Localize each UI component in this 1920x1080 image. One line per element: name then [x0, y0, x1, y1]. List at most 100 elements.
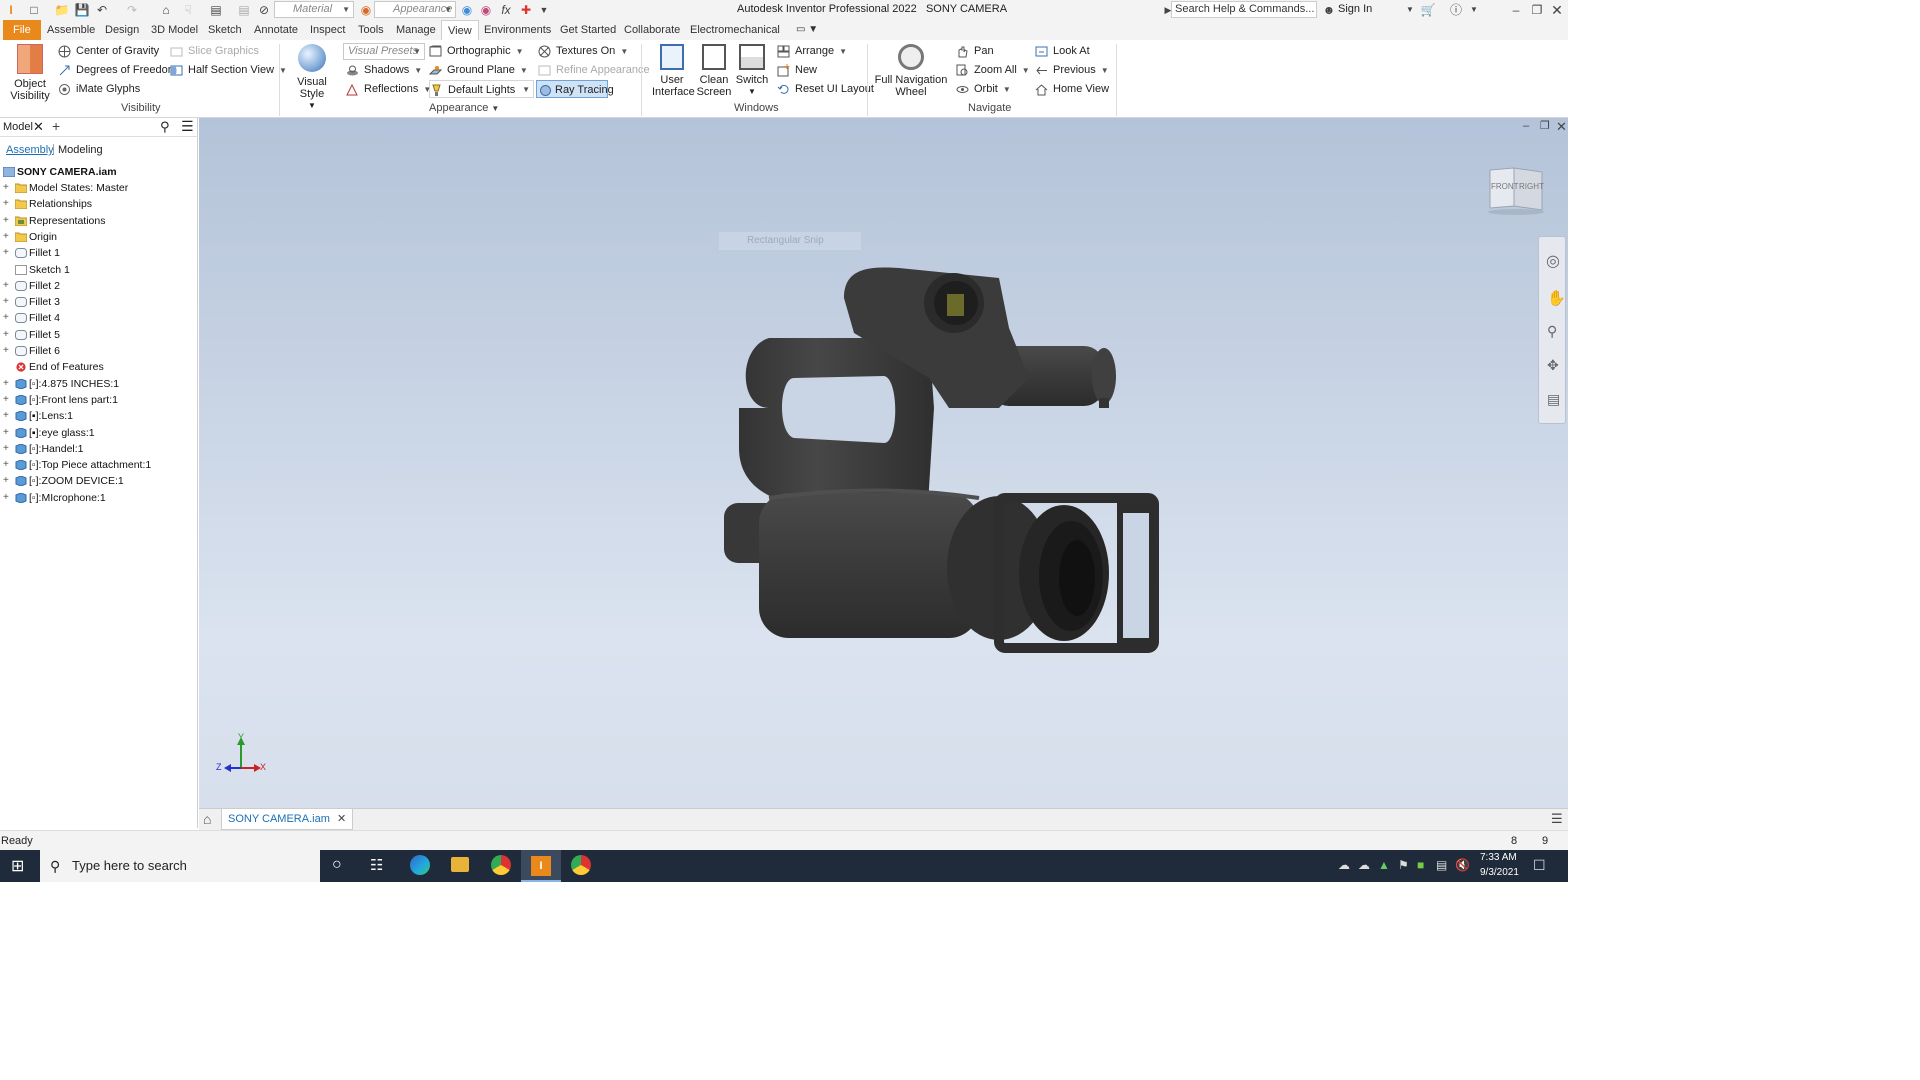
- tab-assemble[interactable]: Assemble: [41, 20, 101, 40]
- tab-environments[interactable]: Environments: [478, 20, 557, 40]
- local-update-icon[interactable]: ▤: [236, 2, 252, 18]
- windows-start-icon[interactable]: ⊞: [11, 856, 24, 876]
- taskbar-search-input[interactable]: ⚲ Type here to search: [40, 850, 320, 882]
- select-icon[interactable]: ☟: [180, 2, 196, 18]
- home-icon[interactable]: ⌂: [158, 2, 174, 18]
- tab-electromechanical[interactable]: Electromechanical: [684, 20, 786, 40]
- steering-wheel-icon[interactable]: ◎: [1546, 251, 1560, 271]
- expand-toggle-icon[interactable]: +: [3, 180, 12, 196]
- undo-icon[interactable]: ↶: [94, 2, 110, 18]
- tray-security-icon[interactable]: ⚑: [1398, 858, 1409, 872]
- expand-toggle-icon[interactable]: +: [3, 294, 12, 310]
- tab-3d-model[interactable]: 3D Model: [145, 20, 204, 40]
- tray-cloud-icon[interactable]: ☁: [1358, 858, 1370, 872]
- center-of-gravity-button[interactable]: Center of Gravity: [58, 42, 159, 60]
- document-tab[interactable]: SONY CAMERA.iam ✕: [221, 809, 354, 830]
- ribbon-display-toggle-icon[interactable]: ▭ ▼: [790, 20, 824, 40]
- material-clear-icon[interactable]: ⊘: [256, 2, 272, 18]
- expand-toggle-icon[interactable]: +: [3, 310, 12, 326]
- viewcube[interactable]: FRONT RIGHT: [1486, 166, 1546, 216]
- help-icon[interactable]: ⓘ: [1448, 2, 1464, 18]
- open-file-icon[interactable]: 📁: [54, 2, 70, 18]
- notifications-icon[interactable]: ☐: [1533, 857, 1546, 874]
- expand-toggle-icon[interactable]: +: [3, 196, 12, 212]
- reset-ui-layout-button[interactable]: Reset UI Layout: [777, 80, 874, 98]
- sign-in-dropdown-icon[interactable]: ▼: [1402, 2, 1418, 18]
- file-explorer-icon[interactable]: [451, 857, 469, 872]
- appearance-combo[interactable]: Appearance ▼: [374, 1, 456, 18]
- imate-glyphs-button[interactable]: iMate Glyphs: [58, 80, 140, 98]
- default-lights-combo[interactable]: Default Lights ▼: [429, 80, 534, 98]
- search-help-input[interactable]: Search Help & Commands...: [1171, 1, 1317, 18]
- tray-app-icon[interactable]: ▲: [1378, 858, 1390, 872]
- nav-orbit-icon[interactable]: ✥: [1547, 357, 1559, 374]
- expand-toggle-icon[interactable]: +: [3, 327, 12, 343]
- adjust-appearance-icon[interactable]: ◉: [459, 2, 475, 18]
- tab-file[interactable]: File: [3, 20, 41, 40]
- visual-presets-combo[interactable]: Visual Presets ▼: [343, 43, 425, 60]
- tab-get-started[interactable]: Get Started: [554, 20, 622, 40]
- cart-icon[interactable]: 🛒: [1420, 2, 1436, 18]
- camera-model[interactable]: [699, 258, 1179, 678]
- tab-annotate[interactable]: Annotate: [248, 20, 304, 40]
- redo-icon[interactable]: ↷: [124, 2, 140, 18]
- edge-browser-icon[interactable]: [410, 855, 430, 875]
- tray-network-icon[interactable]: ▤: [1436, 858, 1447, 872]
- material-combo[interactable]: Material ▼: [274, 1, 354, 18]
- chrome-icon[interactable]: [491, 855, 511, 875]
- degrees-of-freedom-button[interactable]: Degrees of Freedom: [58, 61, 177, 79]
- expand-toggle-icon[interactable]: +: [3, 392, 12, 408]
- half-section-view-button[interactable]: Half Section View ▼: [170, 61, 287, 79]
- orthographic-button[interactable]: Orthographic ▼: [429, 42, 524, 60]
- new-file-icon[interactable]: □: [26, 2, 42, 18]
- tab-view[interactable]: View: [441, 20, 479, 40]
- clear-appearance-icon[interactable]: ◉: [478, 2, 494, 18]
- full-navigation-wheel-button[interactable]: Full Navigation Wheel: [874, 44, 948, 98]
- ground-plane-button[interactable]: Ground Plane ▼: [429, 61, 528, 79]
- close-document-icon[interactable]: ✕: [337, 813, 346, 825]
- pan-button[interactable]: Pan: [956, 42, 994, 60]
- task-view-icon[interactable]: ☷: [370, 856, 383, 874]
- tab-model[interactable]: Model: [3, 121, 33, 133]
- inventor-logo-icon[interactable]: I: [3, 2, 19, 18]
- tab-sketch[interactable]: Sketch: [202, 20, 248, 40]
- tray-onedrive-icon[interactable]: ☁: [1338, 858, 1350, 872]
- parameters-fx-icon[interactable]: fx: [498, 2, 514, 18]
- search-icon[interactable]: ⚲: [160, 119, 170, 135]
- body-part[interactable]: [759, 493, 979, 638]
- close-browser-tab-icon[interactable]: ✕: [33, 119, 44, 135]
- tab-design[interactable]: Design: [99, 20, 145, 40]
- modeling-view-toggle[interactable]: Modeling: [58, 144, 103, 156]
- orbit-button[interactable]: Orbit ▼: [956, 80, 1011, 98]
- zoom-all-button[interactable]: Zoom All ▼: [956, 61, 1030, 79]
- taskbar-time[interactable]: 7:33 AM: [1480, 852, 1517, 863]
- tab-inspect[interactable]: Inspect: [304, 20, 351, 40]
- customize-dropdown-icon[interactable]: ▼: [536, 2, 552, 18]
- viewport-close-icon[interactable]: ✕: [1556, 119, 1567, 135]
- home-tab-icon[interactable]: ⌂: [203, 811, 211, 827]
- slice-graphics-button[interactable]: Slice Graphics: [170, 42, 259, 60]
- update-icon[interactable]: ▤: [208, 2, 224, 18]
- cortana-icon[interactable]: ○: [332, 856, 342, 874]
- expand-toggle-icon[interactable]: +: [3, 245, 12, 261]
- viewport-restore-icon[interactable]: ❐: [1540, 119, 1550, 132]
- clean-screen-button[interactable]: Clean Screen: [696, 44, 732, 98]
- expand-toggle-icon[interactable]: +: [3, 473, 12, 489]
- tab-tools[interactable]: Tools: [352, 20, 390, 40]
- chrome-icon-2[interactable]: [571, 855, 591, 875]
- help-dropdown-icon[interactable]: ▼: [1466, 2, 1482, 18]
- tray-nvidia-icon[interactable]: ■: [1417, 858, 1424, 872]
- expand-toggle-icon[interactable]: +: [3, 229, 12, 245]
- viewcube-right-face[interactable]: RIGHT: [1519, 182, 1544, 191]
- expand-toggle-icon[interactable]: +: [3, 490, 12, 506]
- close-icon[interactable]: ✕: [1549, 2, 1565, 18]
- tab-collaborate[interactable]: Collaborate: [618, 20, 686, 40]
- sign-in-link[interactable]: Sign In: [1338, 3, 1372, 15]
- graphics-viewport[interactable]: – ❐ ✕ FRONT RIGHT ◎ ✋ ⚲ ✥ ▤ Rectangular …: [199, 118, 1568, 808]
- browser-menu-icon[interactable]: ☰: [181, 118, 194, 135]
- expand-toggle-icon[interactable]: +: [3, 343, 12, 359]
- assembly-view-toggle[interactable]: Assembly: [6, 144, 54, 156]
- look-at-button[interactable]: Look At: [1035, 42, 1090, 60]
- new-window-button[interactable]: New: [777, 61, 817, 79]
- save-icon[interactable]: 💾: [74, 2, 90, 18]
